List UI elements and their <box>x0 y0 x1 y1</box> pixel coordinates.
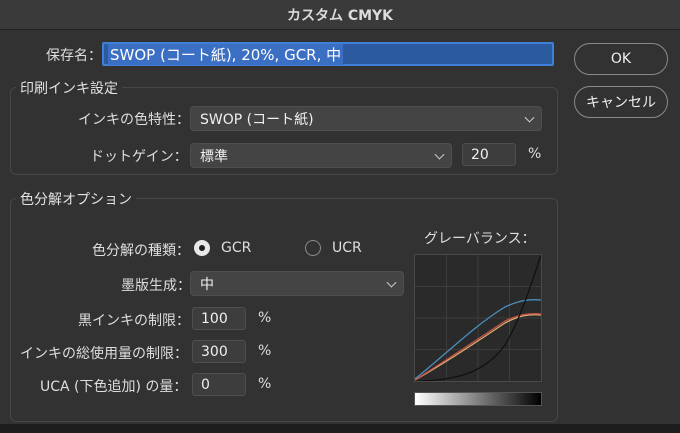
ucr-label: UCR <box>332 240 362 256</box>
black-ink-limit-input[interactable]: 100 <box>192 307 246 330</box>
gray-balance-curves <box>414 254 542 382</box>
total-ink-limit-percent: % <box>258 343 272 359</box>
total-ink-limit-input[interactable]: 300 <box>192 340 246 363</box>
grayscale-ramp <box>414 392 542 406</box>
background-strip <box>0 424 680 433</box>
dot-gain-label: ドットゲイン： <box>90 149 188 165</box>
cancel-button[interactable]: キャンセル <box>574 86 668 118</box>
uca-amount-input[interactable]: 0 <box>192 373 246 396</box>
black-generation-label: 墨版生成： <box>121 278 191 294</box>
chevron-down-icon <box>434 149 445 160</box>
custom-cmyk-dialog: カスタム CMYK 保存名： SWOP (コート紙), 20%, GCR, 中 … <box>0 0 680 433</box>
black-generation-select[interactable]: 中 <box>190 271 404 296</box>
chevron-down-icon <box>386 277 397 288</box>
black-ink-limit-percent: % <box>258 310 272 326</box>
dot-gain-amount-value: 20 <box>471 146 489 163</box>
dot-gain-amount-input[interactable]: 20 <box>462 143 516 166</box>
uca-amount-percent: % <box>258 376 272 392</box>
name-label: 保存名： <box>46 48 102 64</box>
total-ink-limit-label: インキの総使用量の制限： <box>20 346 188 362</box>
separation-options-title: 色分解オプション <box>16 189 136 209</box>
uca-amount-value: 0 <box>201 376 210 393</box>
title-bar: カスタム CMYK <box>0 0 680 30</box>
ucr-radio[interactable] <box>305 240 321 256</box>
black-ink-limit-value: 100 <box>201 310 228 327</box>
separation-type-label: 色分解の種類： <box>92 243 190 259</box>
dot-gain-select[interactable]: 標準 <box>190 143 452 168</box>
gcr-label: GCR <box>221 240 252 256</box>
uca-amount-label: UCA (下色追加) の量： <box>40 379 188 395</box>
ok-button[interactable]: OK <box>574 43 668 75</box>
black-generation-value: 中 <box>200 276 214 293</box>
ink-colors-label: インキの色特性： <box>78 112 190 128</box>
ink-settings-title: 印刷インキ設定 <box>16 78 122 98</box>
gray-balance-label: グレーバランス： <box>424 231 536 247</box>
gcr-radio[interactable] <box>194 240 210 256</box>
gray-balance-graph <box>414 254 542 382</box>
window-title: カスタム CMYK <box>286 7 394 24</box>
ink-colors-select[interactable]: SWOP (コート紙) <box>190 106 542 131</box>
total-ink-limit-value: 300 <box>201 343 228 360</box>
dot-gain-percent: % <box>528 146 542 162</box>
ink-colors-value: SWOP (コート紙) <box>200 111 314 128</box>
dot-gain-value: 標準 <box>200 148 228 165</box>
name-input[interactable]: SWOP (コート紙), 20%, GCR, 中 <box>102 42 554 66</box>
chevron-down-icon <box>524 112 535 123</box>
black-ink-limit-label: 黒インキの制限： <box>78 313 190 329</box>
name-input-value: SWOP (コート紙), 20%, GCR, 中 <box>108 43 344 65</box>
